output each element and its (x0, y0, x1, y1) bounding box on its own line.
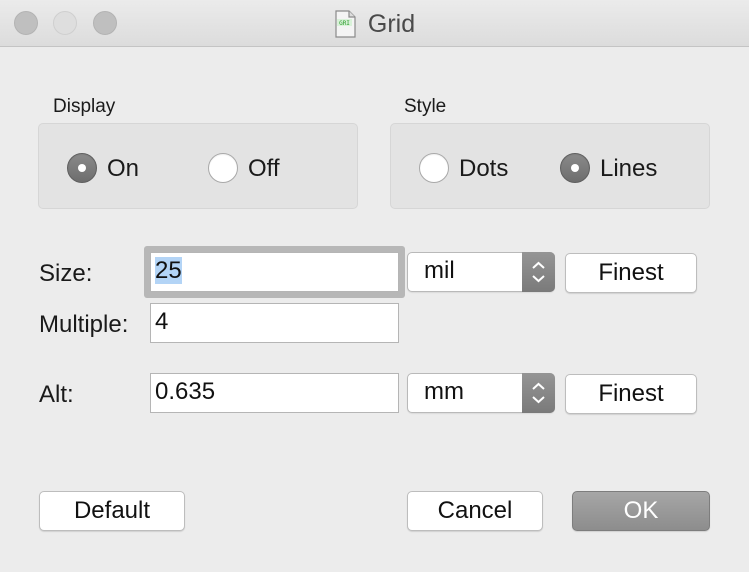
title-bar: GRI Grid (0, 0, 749, 47)
display-off-label[interactable]: Off (248, 155, 280, 183)
style-lines-radio[interactable] (560, 153, 590, 183)
size-input-value: 25 (155, 257, 182, 284)
window-title-group: GRI Grid (0, 8, 749, 40)
svg-text:GRI: GRI (339, 20, 350, 27)
up-down-arrows-icon (522, 252, 555, 292)
display-on-label[interactable]: On (107, 155, 139, 183)
display-group: On Off (38, 123, 358, 209)
style-group: Dots Lines (390, 123, 710, 209)
size-finest-button[interactable]: Finest (565, 253, 697, 293)
size-label: Size: (39, 260, 93, 287)
grid-document-icon: GRI (335, 10, 356, 38)
default-button[interactable]: Default (39, 491, 185, 531)
cancel-button[interactable]: Cancel (407, 491, 543, 531)
ok-button[interactable]: OK (572, 491, 710, 531)
up-down-arrows-icon (522, 373, 555, 413)
size-input[interactable]: 25 (150, 252, 399, 292)
size-unit-value: mil (424, 257, 455, 284)
style-dots-label[interactable]: Dots (459, 155, 508, 183)
alt-unit-select[interactable]: mm (407, 373, 555, 413)
display-off-radio[interactable] (208, 153, 238, 183)
multiple-input-value: 4 (155, 308, 169, 335)
alt-input[interactable]: 0.635 (150, 373, 399, 413)
multiple-input[interactable]: 4 (150, 303, 399, 343)
display-on-radio[interactable] (67, 153, 97, 183)
window-title: Grid (367, 9, 416, 38)
multiple-label: Multiple: (39, 311, 129, 338)
alt-unit-value: mm (424, 378, 464, 405)
style-dots-radio[interactable] (419, 153, 449, 183)
size-unit-select[interactable]: mil (407, 252, 555, 292)
style-group-label: Style (404, 96, 447, 117)
alt-finest-button[interactable]: Finest (565, 374, 697, 414)
style-lines-label[interactable]: Lines (600, 155, 657, 183)
alt-input-value: 0.635 (155, 378, 216, 405)
display-group-label: Display (53, 96, 116, 117)
alt-label: Alt: (39, 381, 74, 408)
